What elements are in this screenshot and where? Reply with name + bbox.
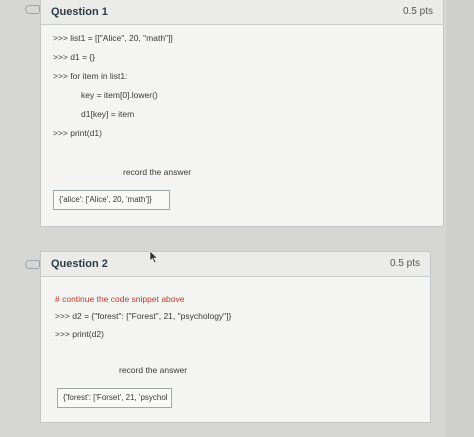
question-header: Question 1 0.5 pts xyxy=(41,0,443,25)
answer-prompt: record the answer xyxy=(123,167,192,177)
answer-input[interactable]: {'alice': ['Alice', 20, 'math']} xyxy=(53,190,170,210)
question-points: 0.5 pts xyxy=(402,6,433,17)
question-2: Question 2 0.5 pts # continue the code s… xyxy=(40,251,431,423)
question-header: Question 2 0.5 pts xyxy=(41,252,430,277)
flag-question-icon[interactable] xyxy=(25,259,44,269)
code-line: >>> d2 = {"forest": ["Forest", 21, "psyc… xyxy=(55,311,232,321)
code-line: d1[key] = item xyxy=(81,109,135,119)
mouse-cursor-icon xyxy=(149,250,159,264)
answer-prompt: record the answer xyxy=(119,365,188,375)
question-1: Question 1 0.5 pts >>> list1 = [["Alice"… xyxy=(40,0,444,227)
code-line: >>> print(d1) xyxy=(53,128,102,138)
code-comment: # continue the code snippet above xyxy=(55,294,185,304)
code-line: >>> d1 = {} xyxy=(53,52,96,62)
answer-input[interactable]: {'forest': ['Forset', 21, 'psychol xyxy=(57,388,172,408)
question-points: 0.5 pts xyxy=(389,258,420,269)
flag-question-icon[interactable] xyxy=(25,4,44,14)
code-line: >>> list1 = [["Alice", 20, "math"]] xyxy=(53,33,173,43)
page-gutter xyxy=(446,0,474,437)
code-line: >>> print(d2) xyxy=(55,329,104,339)
question-title: Question 1 xyxy=(51,6,108,18)
code-line: >>> for item in list1: xyxy=(53,71,128,81)
code-line: key = item[0].lower() xyxy=(81,90,158,100)
question-title: Question 2 xyxy=(51,258,108,270)
